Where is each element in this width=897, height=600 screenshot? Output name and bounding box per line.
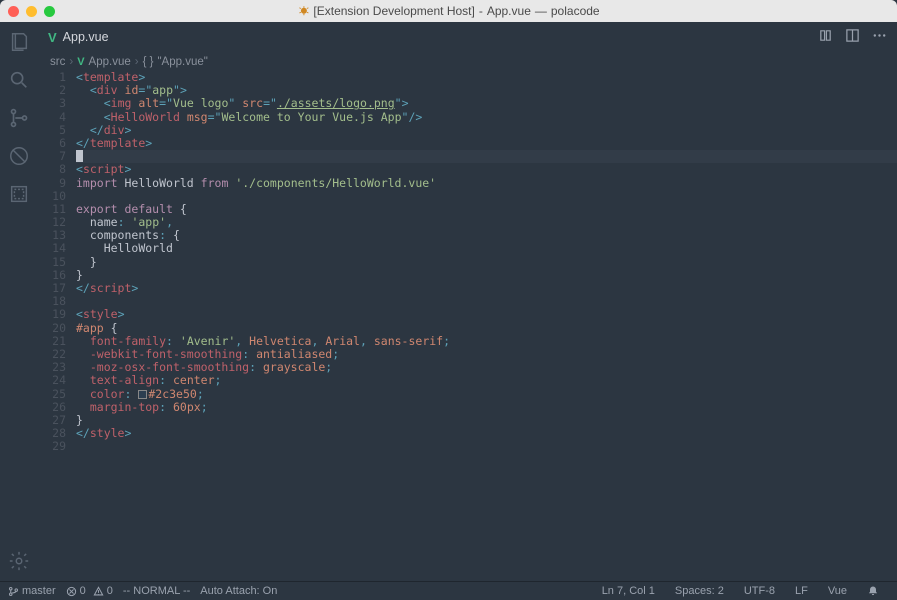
code-line[interactable]: </div> (76, 124, 897, 137)
minimize-window-icon[interactable] (26, 6, 37, 17)
eol[interactable]: LF (795, 585, 808, 597)
code-line[interactable]: name: 'app', (76, 216, 897, 229)
status-bar: master 0 0 -- NORMAL -- Auto Attach: On … (0, 581, 897, 600)
body: V App.vue src › V (0, 22, 897, 581)
window: [Extension Development Host] - App.vue —… (0, 0, 897, 600)
chevron-right-icon: › (135, 56, 139, 68)
line-number: 14 (38, 242, 66, 255)
line-number: 15 (38, 256, 66, 269)
line-number: 4 (38, 111, 66, 124)
title-file: App.vue (487, 4, 531, 18)
symbol-braces-icon: { } (143, 56, 154, 68)
tab-bar: V App.vue (38, 22, 897, 53)
line-number: 25 (38, 388, 66, 401)
polacode-icon[interactable] (7, 182, 31, 206)
line-number: 10 (38, 190, 66, 203)
code-line[interactable] (76, 150, 897, 163)
breadcrumb-file[interactable]: App.vue (89, 56, 131, 68)
tab-label: App.vue (63, 30, 109, 44)
code-line[interactable] (76, 190, 897, 203)
language-mode[interactable]: Vue (828, 585, 847, 597)
line-number: 26 (38, 401, 66, 414)
vue-file-icon: V (77, 56, 84, 68)
code-line[interactable]: margin-top: 60px; (76, 401, 897, 414)
vim-mode: -- NORMAL -- (123, 585, 190, 597)
code-area[interactable]: <template> <div id="app"> <img alt="Vue … (76, 71, 897, 581)
title-project: polacode (551, 4, 600, 18)
close-window-icon[interactable] (8, 6, 19, 17)
more-actions-icon[interactable] (872, 28, 887, 48)
code-line[interactable]: import HelloWorld from './components/Hel… (76, 177, 897, 190)
line-number: 3 (38, 97, 66, 110)
line-number: 24 (38, 374, 66, 387)
explorer-icon[interactable] (7, 30, 31, 54)
encoding[interactable]: UTF-8 (744, 585, 775, 597)
activity-bar (0, 22, 38, 581)
window-title: [Extension Development Host] - App.vue —… (297, 4, 599, 19)
tab-app-vue[interactable]: V App.vue (38, 22, 119, 53)
code-line[interactable]: HelloWorld (76, 242, 897, 255)
code-line[interactable]: } (76, 269, 897, 282)
code-line[interactable]: <script> (76, 163, 897, 176)
problems[interactable]: 0 0 (66, 585, 113, 597)
code-line[interactable]: <style> (76, 308, 897, 321)
code-line[interactable]: </style> (76, 427, 897, 440)
code-line[interactable]: </script> (76, 282, 897, 295)
title-prefix: [Extension Development Host] (313, 4, 474, 18)
code-line[interactable]: components: { (76, 229, 897, 242)
titlebar[interactable]: [Extension Development Host] - App.vue —… (0, 0, 897, 22)
line-number: 20 (38, 322, 66, 335)
editor-group: V App.vue src › V (38, 22, 897, 581)
debug-icon[interactable] (7, 144, 31, 168)
source-control-icon[interactable] (7, 106, 31, 130)
auto-attach[interactable]: Auto Attach: On (200, 585, 277, 597)
code-line[interactable] (76, 440, 897, 453)
traffic-lights (8, 6, 55, 17)
git-branch[interactable]: master (8, 585, 56, 597)
editor-actions (818, 28, 897, 48)
line-number-gutter: 1234567891011121314151617181920212223242… (38, 71, 76, 581)
zoom-window-icon[interactable] (44, 6, 55, 17)
code-line[interactable]: <template> (76, 71, 897, 84)
search-icon[interactable] (7, 68, 31, 92)
warning-icon (93, 586, 104, 597)
breadcrumb[interactable]: src › V App.vue › { } "App.vue" (38, 53, 897, 71)
compare-changes-icon[interactable] (818, 28, 833, 48)
code-line[interactable]: export default { (76, 203, 897, 216)
notifications-bell-icon[interactable] (867, 585, 879, 597)
indentation[interactable]: Spaces: 2 (675, 585, 724, 597)
code-editor[interactable]: 1234567891011121314151617181920212223242… (38, 71, 897, 581)
cursor-position[interactable]: Ln 7, Col 1 (602, 585, 655, 597)
line-number: 5 (38, 124, 66, 137)
bug-icon (297, 4, 309, 19)
code-line[interactable]: </template> (76, 137, 897, 150)
line-number: 21 (38, 335, 66, 348)
code-line[interactable]: } (76, 414, 897, 427)
branch-icon (8, 586, 19, 597)
breadcrumb-folder[interactable]: src (50, 56, 65, 68)
line-number: 19 (38, 308, 66, 321)
vue-file-icon: V (48, 30, 57, 45)
line-number: 9 (38, 177, 66, 190)
error-icon (66, 586, 77, 597)
breadcrumb-symbol[interactable]: "App.vue" (157, 56, 207, 68)
settings-gear-icon[interactable] (7, 549, 31, 573)
code-line[interactable] (76, 295, 897, 308)
code-line[interactable]: } (76, 256, 897, 269)
code-line[interactable]: <HelloWorld msg="Welcome to Your Vue.js … (76, 111, 897, 124)
line-number: 8 (38, 163, 66, 176)
chevron-right-icon: › (69, 56, 73, 68)
split-editor-icon[interactable] (845, 28, 860, 48)
line-number: 29 (38, 440, 66, 453)
